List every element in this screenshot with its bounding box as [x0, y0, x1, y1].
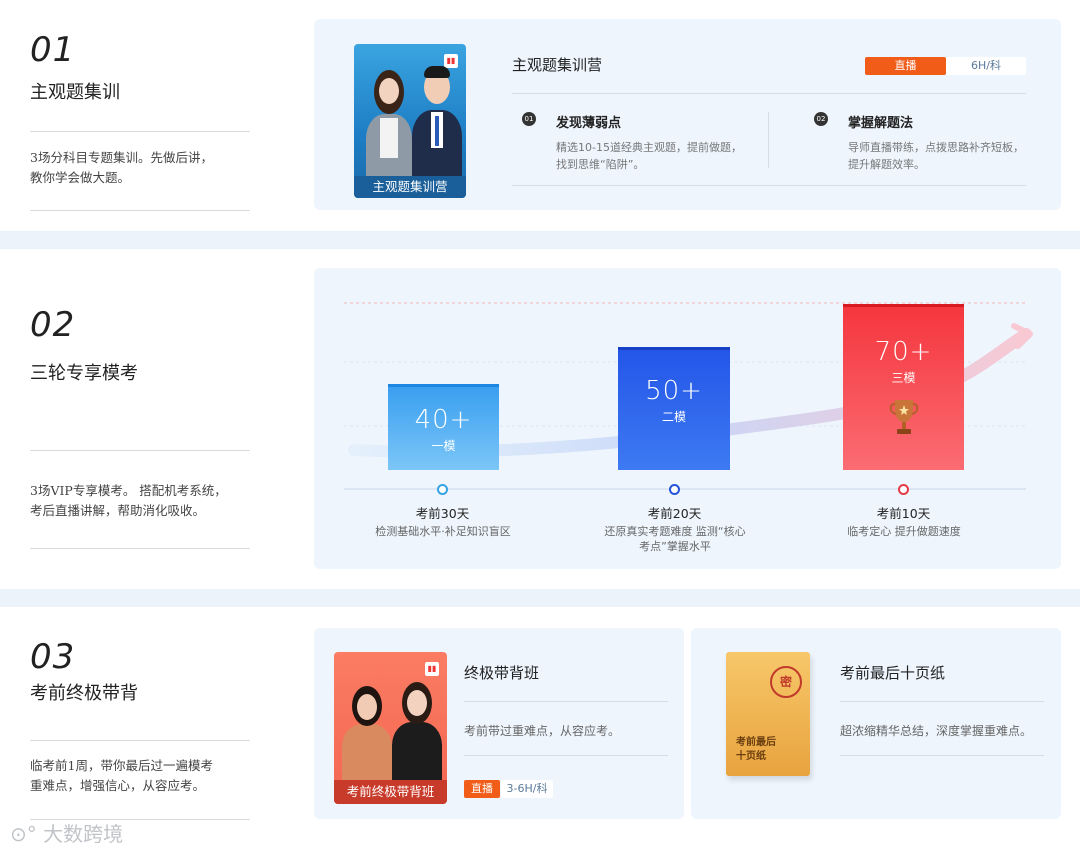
- mock-round: 三模: [891, 371, 916, 385]
- secret-seal-icon: 密: [770, 666, 802, 698]
- duration-tag: 6H/科: [946, 57, 1026, 75]
- timeline-description: 检测基础水平·补足知识盲区: [352, 524, 534, 539]
- divider: [464, 755, 668, 756]
- product-title: 终极带背班: [464, 664, 540, 682]
- feature-desc-line: 提升解题效率。: [848, 158, 925, 171]
- divider: [464, 701, 668, 702]
- mock-exam-1-bar: 40+ 一模: [388, 384, 499, 470]
- desc-line: 重难点，增强信心，从容应考。: [30, 778, 206, 793]
- desc-line: 3场分科目专题集训。先做后讲，: [30, 150, 213, 165]
- desc-line: 教你学会做大题。: [30, 170, 131, 185]
- divider: [840, 701, 1044, 702]
- divider: [30, 131, 250, 132]
- timeline-dot: [669, 484, 680, 495]
- divider: [768, 112, 769, 168]
- cover-caption: 考前终极带背班: [334, 780, 447, 804]
- section-title: 主观题集训: [30, 82, 120, 103]
- desc-line: 临考定心 提升做题速度: [847, 525, 961, 538]
- product-description: 超浓缩精华总结，深度掌握重难点。: [840, 724, 1033, 738]
- timeline-label: 考前10天: [876, 506, 931, 521]
- watermark: ⊙° 大数跨境: [10, 818, 123, 847]
- feature-description: 导师直播带练，点拨思路补齐短板， 提升解题效率。: [848, 139, 1048, 173]
- timeline-label: 考前20天: [647, 506, 702, 521]
- chart-logo-icon: ▮▮: [425, 662, 439, 676]
- desc-line: 考点”掌握水平: [639, 540, 711, 553]
- course-cover-image[interactable]: ▮▮ 主观题集训营: [354, 44, 466, 198]
- feature-title: 发现薄弱点: [556, 116, 622, 131]
- envelope-image[interactable]: 密 考前最后 十页纸: [726, 652, 810, 776]
- section-number: 03: [30, 637, 76, 677]
- divider: [30, 450, 250, 451]
- desc-line: 考后直播讲解，帮助消化吸收。: [30, 503, 206, 518]
- course-cover-image[interactable]: ▮▮ 考前终极带背班: [334, 652, 447, 804]
- teacher-portrait: [342, 684, 392, 780]
- teacher-portrait: [364, 66, 414, 176]
- feature-desc-line: 精选10-15道经典主观题，提前做题，: [556, 141, 742, 154]
- divider: [30, 548, 250, 549]
- section-header: 03 考前终极带背: [30, 637, 250, 705]
- section-description: 3场VIP专享模考。 搭配机考系统， 考后直播讲解，帮助消化吸收。: [30, 481, 250, 521]
- score-value: 70+: [874, 337, 933, 367]
- envelope-line: 十页纸: [736, 751, 766, 762]
- section-title: 三轮专享模考: [30, 363, 138, 384]
- section-header: 01 主观题集训: [30, 30, 250, 104]
- desc-line: 检测基础水平·补足知识盲区: [375, 525, 511, 538]
- watermark-logo-icon: ⊙°: [10, 822, 37, 846]
- mock-exam-3-bar: 70+ 三模: [843, 304, 964, 470]
- score-value: 40+: [414, 405, 473, 435]
- teacher-portrait: [392, 680, 442, 780]
- desc-line: 临考前1周，带你最后过一遍模考: [30, 758, 213, 773]
- desc-line: 还原真实考题难度 监测“核心: [604, 525, 746, 538]
- live-tag: 直播: [464, 780, 500, 798]
- divider: [30, 740, 250, 741]
- timeline-description: 临考定心 提升做题速度: [813, 524, 995, 539]
- timeline-dot: [437, 484, 448, 495]
- divider: [512, 93, 1026, 94]
- timeline-label: 考前30天: [415, 506, 470, 521]
- product-description: 考前带过重难点，从容应考。: [464, 724, 621, 738]
- timeline-description: 还原真实考题难度 监测“核心 考点”掌握水平: [584, 524, 766, 554]
- feature-badge-01: 01: [522, 112, 536, 126]
- live-tag: 直播: [865, 57, 946, 75]
- feature-badge-02: 02: [814, 112, 828, 126]
- teacher-portrait: [412, 64, 462, 176]
- section-number: 02: [30, 305, 76, 345]
- envelope-line: 考前最后: [736, 737, 776, 748]
- section-description: 3场分科目专题集训。先做后讲， 教你学会做大题。: [30, 148, 250, 188]
- mock-round: 一模: [431, 439, 456, 453]
- feature-desc-line: 导师直播带练，点拨思路补齐短板，: [848, 141, 1024, 154]
- mock-round: 二模: [661, 410, 686, 424]
- product-title: 主观题集训营: [512, 56, 603, 74]
- duration-tag: 3-6H/科: [501, 780, 553, 798]
- timeline-dot: [898, 484, 909, 495]
- mock-exam-2-bar: 50+ 二模: [618, 347, 730, 470]
- section-title: 考前终极带背: [30, 683, 138, 704]
- divider: [840, 755, 1044, 756]
- envelope-label: 考前最后 十页纸: [736, 736, 776, 764]
- divider: [512, 185, 1026, 186]
- section-header: 02 三轮专享模考: [30, 305, 250, 385]
- trophy-icon: [889, 400, 918, 434]
- divider: [30, 210, 250, 211]
- product-title: 考前最后十页纸: [840, 664, 946, 682]
- desc-line: 3场VIP专享模考。 搭配机考系统，: [30, 483, 227, 498]
- section-number: 01: [30, 30, 76, 70]
- feature-title: 掌握解题法: [848, 116, 914, 131]
- score-value: 50+: [645, 376, 703, 406]
- cover-caption: 主观题集训营: [354, 176, 466, 198]
- feature-description: 精选10-15道经典主观题，提前做题， 找到思维“陷阱”。: [556, 139, 756, 173]
- feature-desc-line: 找到思维“陷阱”。: [556, 158, 645, 171]
- watermark-text: 大数跨境: [43, 822, 124, 846]
- section-description: 临考前1周，带你最后过一遍模考 重难点，增强信心，从容应考。: [30, 756, 250, 796]
